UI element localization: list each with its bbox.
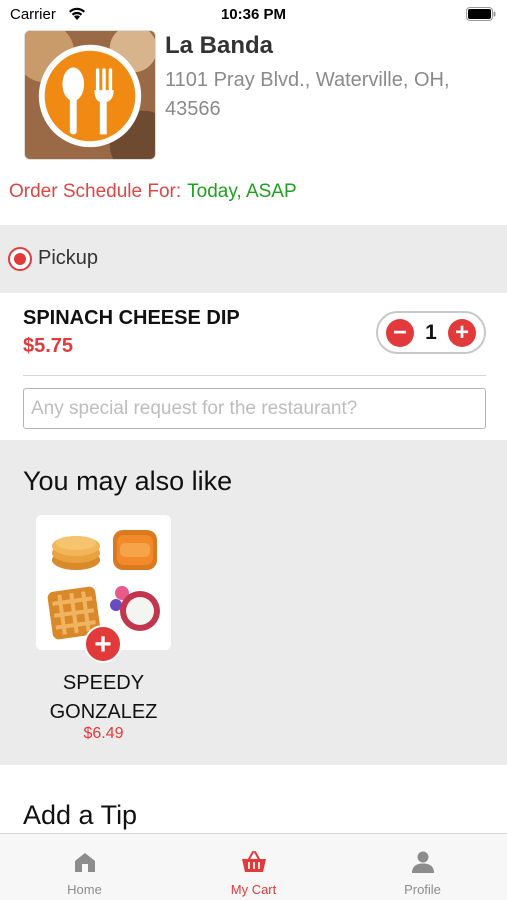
restaurant-logo xyxy=(24,30,156,160)
recommendation-name: SPEEDY GONZALEZ xyxy=(49,672,158,723)
tab-bar: Home My Cart Profile xyxy=(0,833,507,900)
status-time: 10:36 PM xyxy=(220,6,287,23)
status-bar: Carrier 10:36 PM xyxy=(0,0,507,30)
tab-label-my-cart: My Cart xyxy=(230,882,277,897)
tab-label-home: Home xyxy=(67,882,102,897)
decrease-quantity-button[interactable]: − xyxy=(386,319,414,347)
battery-icon xyxy=(466,7,496,21)
tip-section-title: Add a Tip xyxy=(23,800,138,830)
recommendation-price: $6.49 xyxy=(83,725,124,742)
tab-my-cart[interactable]: My Cart xyxy=(169,834,338,900)
schedule-label: Order Schedule For: xyxy=(9,181,182,202)
tab-home[interactable]: Home xyxy=(0,834,169,900)
restaurant-address: 1101 Pray Blvd., Waterville, OH, 43566 xyxy=(165,69,450,120)
schedule-value[interactable]: Today, ASAP xyxy=(187,181,297,202)
restaurant-name: La Banda xyxy=(165,32,274,59)
special-request-input[interactable] xyxy=(23,388,486,429)
recommendations-section: You may also like + SPEEDY GONZALEZ $6.4… xyxy=(0,440,507,765)
cart-item-name: SPINACH CHEESE DIP xyxy=(23,307,240,329)
recommendation-card[interactable]: + SPEEDY GONZALEZ $6.49 xyxy=(36,515,171,742)
pickup-label[interactable]: Pickup xyxy=(38,247,98,270)
increase-quantity-button[interactable]: + xyxy=(448,319,476,347)
tab-label-profile: Profile xyxy=(404,882,441,897)
recommendations-title: You may also like xyxy=(23,466,233,496)
fork-spoon-logo-icon xyxy=(25,31,155,159)
order-schedule[interactable]: Order Schedule For: Today, ASAP xyxy=(9,181,297,203)
quantity-value: 1 xyxy=(425,321,437,344)
pickup-radio[interactable] xyxy=(8,247,32,271)
person-icon xyxy=(412,851,434,873)
tab-profile[interactable]: Profile xyxy=(338,834,507,900)
basket-icon xyxy=(242,851,266,872)
home-icon xyxy=(75,853,95,872)
divider xyxy=(23,375,486,376)
quantity-stepper: − 1 + xyxy=(376,311,486,354)
order-type-bar: Pickup xyxy=(0,225,507,293)
add-recommendation-button[interactable]: + xyxy=(84,625,122,663)
cart-item-price: $5.75 xyxy=(23,335,74,357)
